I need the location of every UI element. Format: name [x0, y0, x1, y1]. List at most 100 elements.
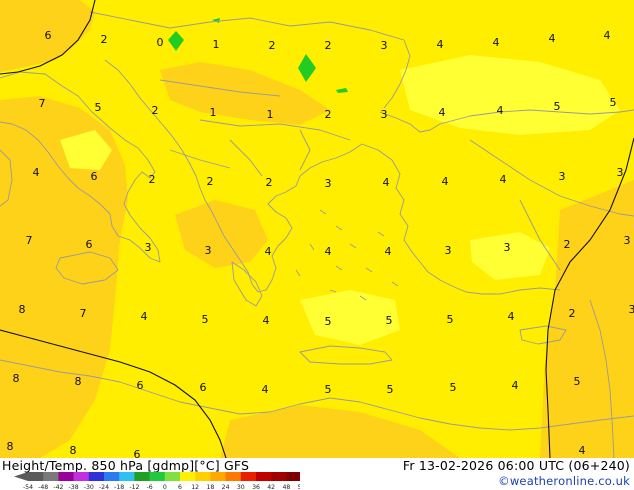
isotherm-label: 2 — [569, 307, 576, 320]
isotherm-label: 6 — [134, 448, 141, 458]
colorbar-tick-label: -54 — [23, 484, 33, 490]
colorbar-swatch — [256, 472, 272, 481]
isotherm-label: 4 — [437, 38, 444, 51]
isotherm-label: 3 — [381, 108, 388, 121]
isotherm-label: 7 — [26, 234, 33, 247]
isotherm-label: 4 — [141, 310, 148, 323]
isotherm-label: 5 — [554, 100, 561, 113]
temperature-map: 6 2 0 1 2 2 3 4 4 4 4 7 5 2 1 1 2 3 4 4 5 5 4 6 2 2 2 3 4 4 4 3 3 7 6 3 3 4 4 4… — [0, 0, 634, 458]
colorbar-swatch — [164, 472, 181, 481]
isotherm-label: 5 — [447, 313, 454, 326]
colorbar-swatch — [88, 472, 105, 481]
isotherm-label: 6 — [137, 379, 144, 392]
colorbar-swatch — [210, 472, 226, 481]
colorbar-tick-label: -6 — [147, 484, 153, 490]
isotherm-label: 8 — [7, 440, 14, 453]
valid-time: Fr 13-02-2026 06:00 UTC (06+240) — [402, 458, 630, 473]
colorbar-tick-label: 36 — [252, 484, 260, 490]
colorbar-swatch — [73, 472, 90, 481]
colorbar-swatch — [104, 472, 120, 481]
isotherm-label: 4 — [442, 175, 449, 188]
isotherm-label: 4 — [500, 173, 507, 186]
colorbar-tick-label: 30 — [237, 484, 245, 490]
colorbar-tick-label: -42 — [53, 484, 63, 490]
isotherm-label: 8 — [75, 375, 82, 388]
colorbar-tick-label: 42 — [267, 484, 275, 490]
colorbar-swatch — [119, 472, 135, 481]
colorbar-tick-label: -30 — [84, 484, 94, 490]
colorbar-tick-label: 24 — [222, 484, 230, 490]
isotherm-label: 5 — [574, 375, 581, 388]
isotherm-label: 1 — [210, 106, 217, 119]
colorbar-swatch — [134, 472, 150, 481]
colorbar-swatch — [58, 472, 74, 481]
isotherm-label: 8 — [70, 444, 77, 457]
isotherm-label: 4 — [493, 36, 500, 49]
isotherm-label: 4 — [33, 166, 40, 179]
colorbar-tick-label: -24 — [99, 484, 109, 490]
isotherm-label: 2 — [152, 104, 159, 117]
isotherm-label: 5 — [386, 314, 393, 327]
colorbar-tick-label: 12 — [191, 484, 199, 490]
isotherm-label: 5 — [202, 313, 209, 326]
isotherm-label: 4 — [262, 383, 269, 396]
isotherm-label: 2 — [325, 39, 332, 52]
colorbar-tick-labels: -54 -48 -42 -38 -30 -24 -18 -12 -6 0 6 12 18 24 30 36 42… — [23, 484, 300, 490]
isotherm-label: 4 — [497, 104, 504, 117]
isotherm-label: 6 — [200, 381, 207, 394]
isotherm-label: 3 — [624, 234, 631, 247]
isotherm-label: 2 — [207, 175, 214, 188]
colorbar-left-arrow — [14, 472, 28, 481]
isotherm-label: 4 — [579, 444, 586, 457]
isotherm-label: 3 — [559, 170, 566, 183]
colorbar-tick-label: 0 — [163, 484, 167, 490]
isotherm-label: 2 — [101, 33, 108, 46]
isotherm-label: 3 — [617, 166, 624, 179]
isotherm-label: 3 — [205, 244, 212, 257]
isotherm-label: 5 — [610, 96, 617, 109]
isotherm-label: 2 — [269, 39, 276, 52]
colorbar-tick-label: -38 — [69, 484, 79, 490]
isotherm-label: 5 — [387, 383, 394, 396]
isotherm-label: 6 — [45, 29, 52, 42]
isotherm-label: 4 — [512, 379, 519, 392]
isotherm-label: 4 — [549, 32, 556, 45]
colorbar-swatch — [225, 472, 242, 481]
isotherm-label: 3 — [504, 241, 511, 254]
isotherm-label: 2 — [564, 238, 571, 251]
colorbar-swatch — [43, 472, 59, 481]
isotherm-label: 5 — [95, 101, 102, 114]
isotherm-label: 7 — [80, 307, 87, 320]
isotherm-label: 4 — [265, 245, 272, 258]
isotherm-label: 4 — [439, 106, 446, 119]
source-credit[interactable]: ©weatheronline.co.uk — [498, 474, 630, 488]
colorbar-swatch — [195, 472, 211, 481]
colorbar-tick-label: 18 — [206, 484, 214, 490]
isotherm-label: 5 — [325, 315, 332, 328]
isotherm-label: 2 — [149, 173, 156, 186]
isotherm-label: 5 — [325, 383, 332, 396]
isotherm-label: 3 — [325, 177, 332, 190]
isotherm-label: 4 — [263, 314, 270, 327]
isotherm-label: 4 — [383, 176, 390, 189]
colorbar-swatch — [286, 472, 300, 481]
isotherm-label: 2 — [325, 108, 332, 121]
colorbar-swatch — [149, 472, 166, 481]
colorbar-tick-label: -18 — [114, 484, 124, 490]
colorbar-tick-label: 54 — [298, 484, 300, 490]
isotherm-label: 4 — [325, 245, 332, 258]
colorbar-swatch — [28, 472, 44, 481]
isotherm-label: 2 — [266, 176, 273, 189]
colorbar-swatches — [14, 472, 300, 481]
isotherm-label: 3 — [145, 241, 152, 254]
isotherm-label: 3 — [445, 244, 452, 257]
isotherm-label: 6 — [91, 170, 98, 183]
colorbar-swatch — [240, 472, 257, 481]
isotherm-label: 1 — [213, 38, 220, 51]
colorbar-swatch — [180, 472, 196, 481]
isotherm-label: 0 — [157, 36, 164, 49]
isotherm-label: 4 — [508, 310, 515, 323]
isotherm-label: 5 — [450, 381, 457, 394]
colorbar-swatch — [271, 472, 287, 481]
colorbar-tick-label: 48 — [282, 484, 290, 490]
